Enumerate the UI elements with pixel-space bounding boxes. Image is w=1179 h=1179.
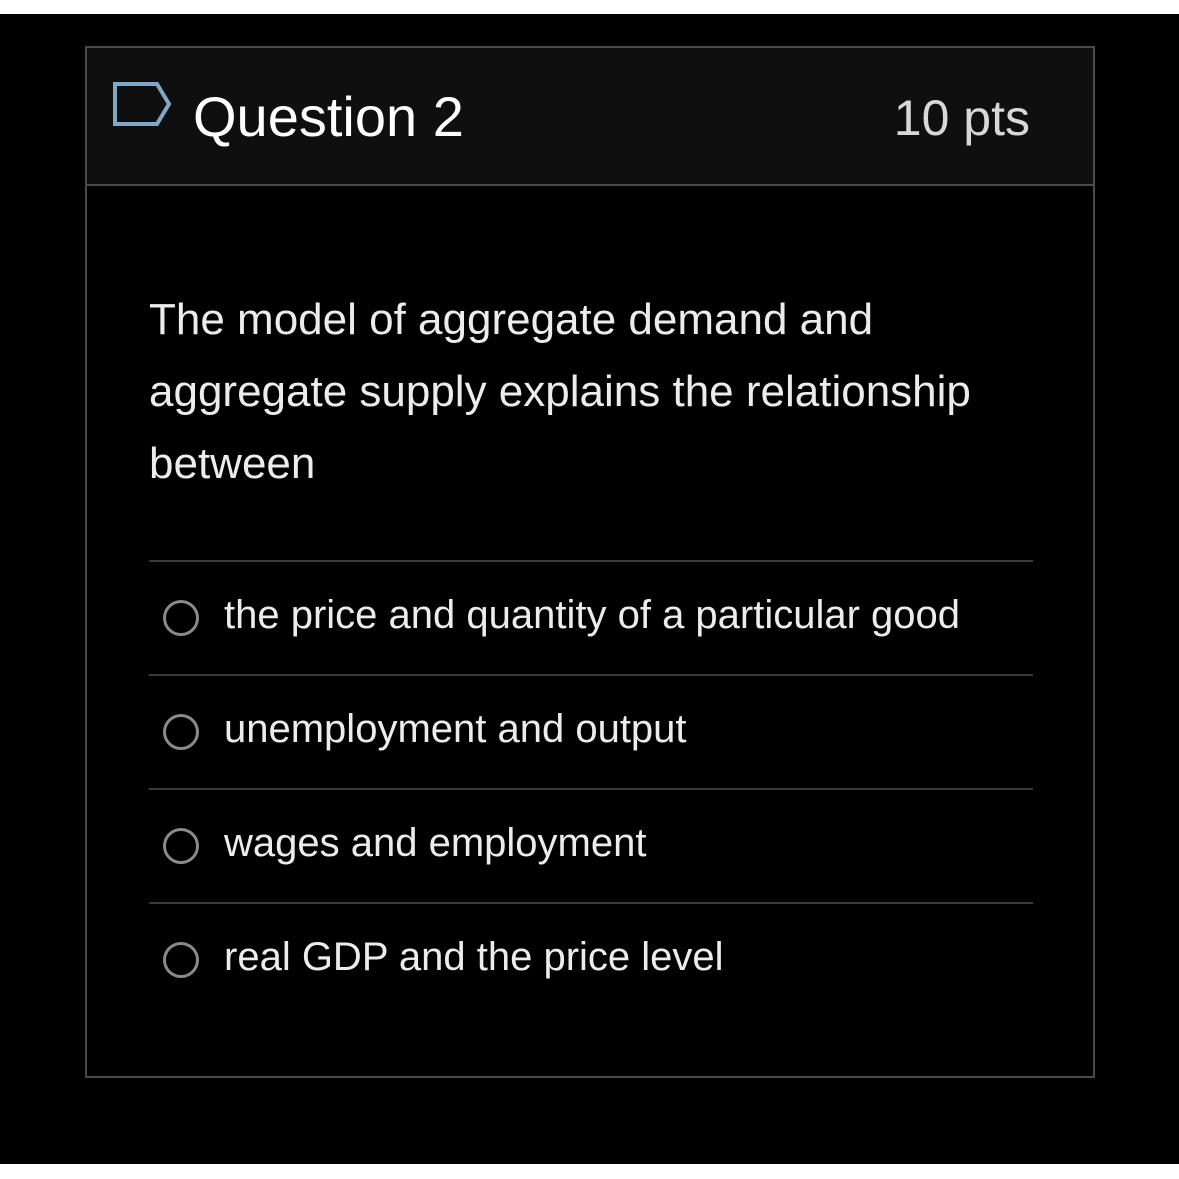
answer-label[interactable]: real GDP and the price level (224, 932, 724, 982)
answer-label[interactable]: the price and quantity of a particular g… (224, 590, 960, 640)
radio-button[interactable] (163, 942, 199, 978)
answer-option[interactable]: the price and quantity of a particular g… (149, 560, 1033, 674)
radio-button[interactable] (163, 600, 199, 636)
answer-option[interactable]: wages and employment (149, 788, 1033, 902)
answer-label[interactable]: unemployment and output (224, 704, 687, 754)
question-card: Question 2 10 pts The model of aggregate… (85, 46, 1095, 1078)
radio-button[interactable] (163, 828, 199, 864)
flag-icon[interactable] (111, 80, 173, 128)
answer-option[interactable]: unemployment and output (149, 674, 1033, 788)
question-header: Question 2 10 pts (87, 48, 1093, 186)
question-points: 10 pts (893, 90, 1030, 146)
answer-list: the price and quantity of a particular g… (149, 560, 1033, 1016)
radio-button[interactable] (163, 714, 199, 750)
question-title: Question 2 (193, 85, 464, 148)
answer-label[interactable]: wages and employment (224, 818, 646, 868)
question-text: The model of aggregate demand and aggreg… (149, 295, 971, 488)
answer-option[interactable]: real GDP and the price level (149, 902, 1033, 1016)
screen-background: Question 2 10 pts The model of aggregate… (0, 14, 1179, 1164)
